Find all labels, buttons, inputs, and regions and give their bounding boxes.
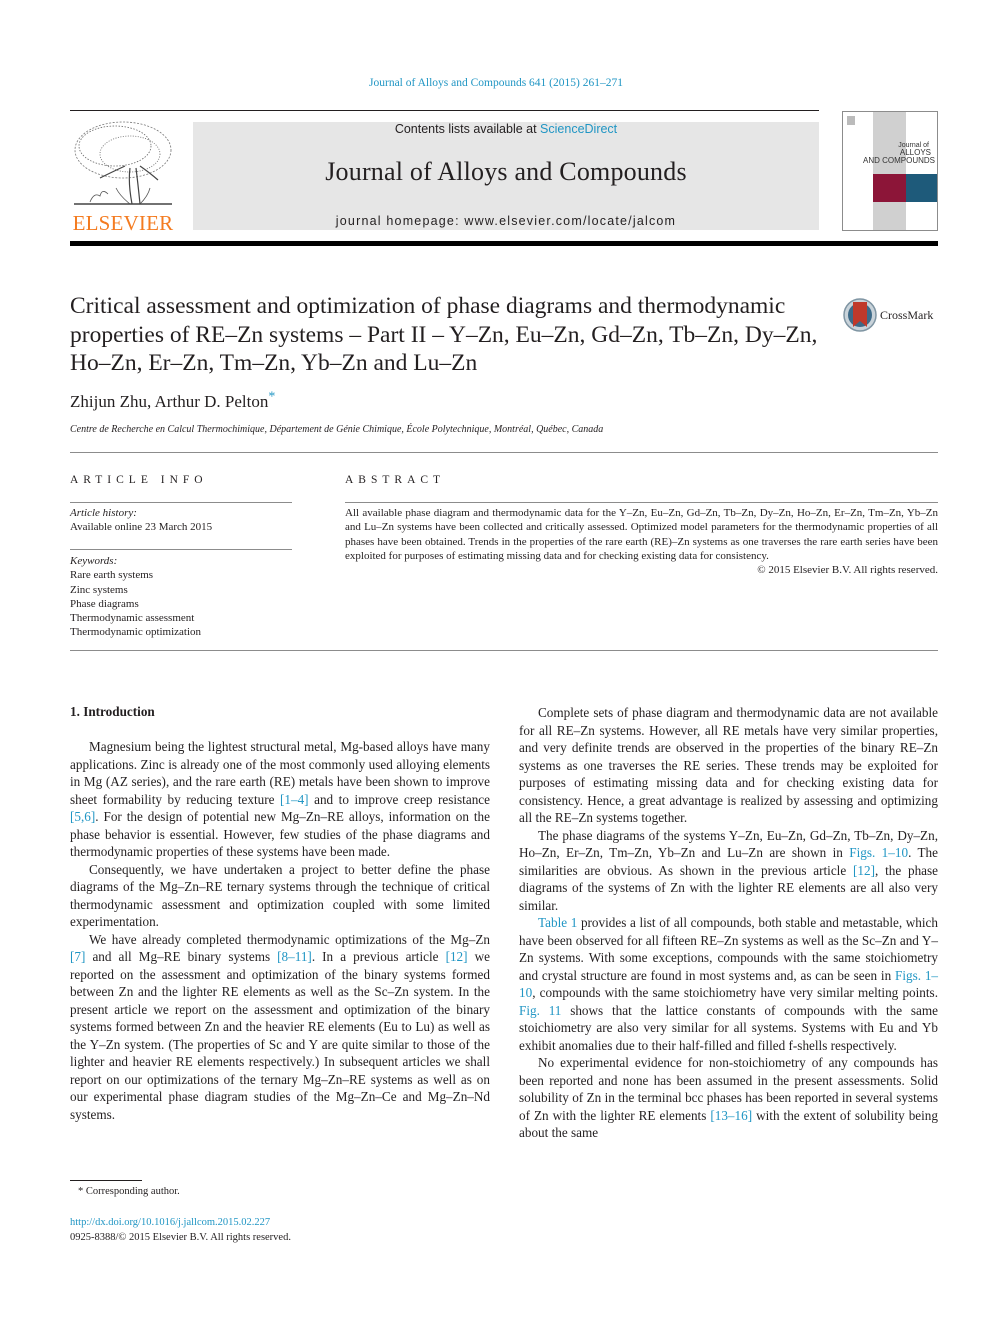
keywords-label: Keywords:: [70, 555, 118, 567]
body-column-left: Magnesium being the lightest structural …: [70, 738, 490, 1123]
footnote-rule: [70, 1180, 142, 1181]
elsevier-logo[interactable]: ELSEVIER: [70, 118, 176, 236]
reference-link[interactable]: [12]: [853, 863, 875, 878]
journal-title: Journal of Alloys and Compounds: [325, 157, 687, 186]
keyword-item: Zinc systems: [70, 583, 128, 596]
footnote-corresponding-author: * Corresponding author.: [78, 1186, 180, 1197]
section-divider: [70, 650, 938, 651]
reference-link[interactable]: [7]: [70, 949, 85, 964]
article-title: Critical assessment and optimization of …: [70, 293, 818, 376]
abstract: All available phase diagram and thermody…: [345, 506, 938, 577]
cover-band: [873, 112, 906, 230]
reference-link[interactable]: [13–16]: [710, 1108, 752, 1123]
reference-link[interactable]: [8–11]: [277, 949, 312, 964]
paragraph: The phase diagrams of the systems Y–Zn, …: [519, 827, 939, 913]
paragraph: Table 1 provides a list of all compounds…: [519, 915, 939, 1053]
paragraph: Magnesium being the lightest structural …: [70, 739, 490, 859]
keywords: Keywords: Rare earth systems Zinc system…: [70, 554, 292, 640]
article-history: Article history: Available online 23 Mar…: [70, 506, 292, 535]
cover-logo-icon: [847, 116, 855, 125]
paragraph: Complete sets of phase diagram and therm…: [519, 705, 938, 825]
paragraph: We have already completed thermodynamic …: [70, 931, 490, 1122]
journal-homepage[interactable]: journal homepage: www.elsevier.com/locat…: [193, 214, 819, 228]
author-list: Zhijun Zhu, Arthur D. Pelton*: [70, 389, 275, 412]
contents-prefix: Contents lists available at: [394, 122, 541, 136]
journal-masthead: Contents lists available at ScienceDirec…: [193, 122, 819, 230]
authors-names[interactable]: Zhijun Zhu, Arthur D. Pelton: [70, 392, 268, 411]
journal-cover-thumbnail[interactable]: Journal of ALLOYS AND COMPOUNDS: [842, 111, 938, 231]
contents-line: Contents lists available at ScienceDirec…: [193, 122, 819, 136]
sciencedirect-link[interactable]: ScienceDirect: [540, 122, 617, 136]
abstract-rule: [345, 502, 938, 503]
keyword-item: Rare earth systems: [70, 569, 154, 582]
abstract-text: All available phase diagram and thermody…: [345, 507, 938, 562]
cover-blue-block: [906, 174, 937, 202]
article-history-value: Available online 23 March 2015: [70, 521, 213, 534]
keyword-item: Thermodynamic optimization: [70, 626, 202, 639]
affiliation: Centre de Recherche en Calcul Thermochim…: [70, 424, 604, 435]
elsevier-wordmark: ELSEVIER: [72, 211, 174, 235]
header-thick-rule: [70, 241, 938, 246]
abstract-copyright: © 2015 Elsevier B.V. All rights reserved…: [757, 564, 938, 577]
abstract-heading: ABSTRACT: [345, 474, 446, 486]
table-link[interactable]: Table 1: [538, 915, 577, 930]
keyword-item: Thermodynamic assessment: [70, 612, 195, 625]
article-info-rule: [70, 502, 292, 503]
cover-line-3: AND COMPOUNDS: [862, 156, 935, 165]
crossmark-button[interactable]: CrossMark: [843, 297, 943, 333]
keyword-item: Phase diagrams: [70, 597, 139, 610]
reference-link[interactable]: [5,6]: [70, 809, 95, 824]
crossmark-label: CrossMark: [880, 308, 934, 322]
issn-copyright: 0925-8388/© 2015 Elsevier B.V. All right…: [70, 1231, 291, 1243]
article-history-label: Article history:: [70, 507, 137, 519]
article-info-heading: ARTICLE INFO: [70, 474, 208, 486]
figure-link[interactable]: Fig. 11: [519, 1003, 561, 1018]
section-divider: [70, 452, 938, 453]
cover-maroon-block: [873, 174, 906, 202]
corresponding-author-mark[interactable]: *: [268, 389, 275, 404]
reference-link[interactable]: [12]: [446, 949, 468, 964]
keywords-rule: [70, 549, 292, 550]
reference-link[interactable]: [1–4]: [280, 792, 309, 807]
crossmark-icon: [843, 298, 877, 332]
journal-citation-link[interactable]: Journal of Alloys and Compounds 641 (201…: [0, 77, 992, 89]
figure-link[interactable]: Figs. 1–10: [849, 845, 908, 860]
header-rule: [70, 110, 819, 111]
doi-block: http://dx.doi.org/10.1016/j.jallcom.2015…: [70, 1216, 291, 1245]
section-heading-introduction: 1. Introduction: [70, 704, 155, 719]
body-column-right: Complete sets of phase diagram and therm…: [519, 704, 938, 1142]
paragraph: Consequently, we have undertaken a proje…: [70, 861, 490, 930]
elsevier-tree-icon: [74, 121, 172, 205]
paragraph: No experimental evidence for non-stoichi…: [519, 1055, 938, 1140]
doi-link[interactable]: http://dx.doi.org/10.1016/j.jallcom.2015…: [70, 1216, 291, 1231]
cover-title: Journal of ALLOYS AND COMPOUNDS: [843, 142, 937, 165]
